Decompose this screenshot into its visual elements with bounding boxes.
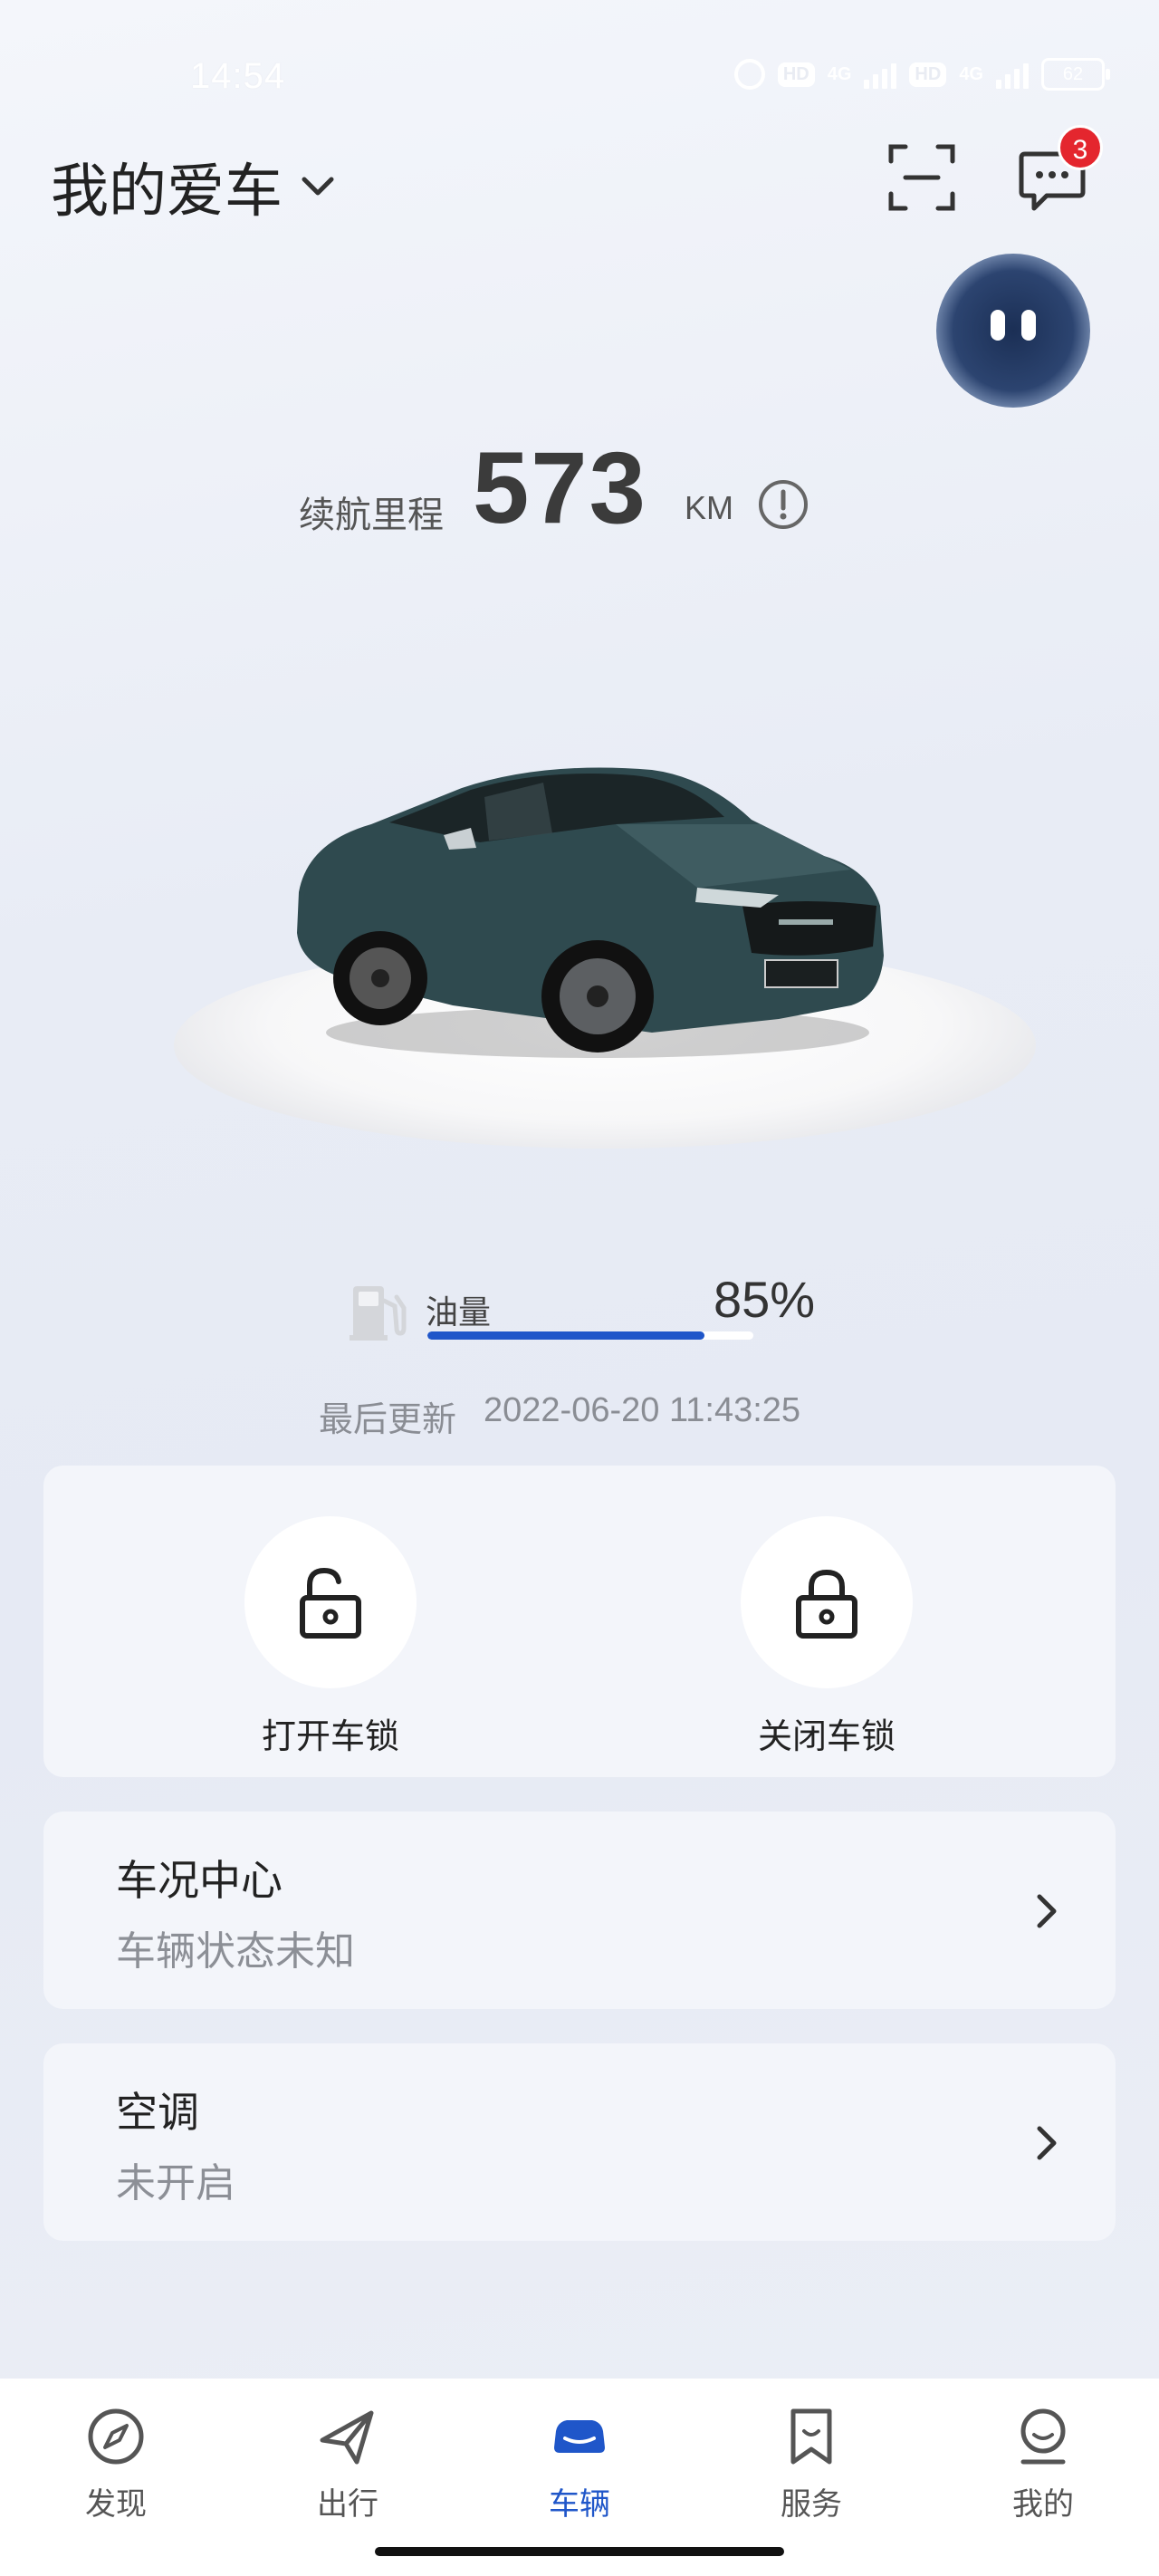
assistant-avatar-button[interactable] bbox=[936, 254, 1090, 408]
lock-icon bbox=[796, 1569, 857, 1639]
vehicle-status-subtitle: 车辆状态未知 bbox=[116, 1929, 355, 1974]
plane-icon bbox=[320, 2410, 374, 2465]
last-update-time: 2022-06-20 11:43:25 bbox=[484, 1391, 801, 1429]
tab-discover-label: 发现 bbox=[85, 2487, 147, 2522]
tab-discover[interactable]: 发现 bbox=[53, 2404, 179, 2523]
info-icon[interactable] bbox=[757, 478, 809, 531]
signal-icon-2 bbox=[996, 60, 1029, 89]
network-type-2: 4G bbox=[959, 63, 983, 84]
chevron-right-icon bbox=[1037, 2126, 1057, 2160]
fuel-pump-icon bbox=[350, 1286, 407, 1341]
fuel-percent: 85% bbox=[714, 1271, 816, 1328]
network-type: 4G bbox=[827, 63, 852, 84]
tab-service-label: 服务 bbox=[781, 2487, 842, 2522]
fuel-label: 油量 bbox=[426, 1293, 492, 1331]
chevron-right-icon bbox=[1037, 1894, 1057, 1928]
vehicle-status-title: 车况中心 bbox=[116, 1857, 283, 1904]
unlock-button[interactable]: 打开车锁 bbox=[244, 1516, 417, 1758]
lock-circle[interactable] bbox=[741, 1516, 913, 1688]
signal-icon bbox=[864, 60, 897, 89]
alarm-icon bbox=[733, 59, 765, 90]
car-icon bbox=[554, 2420, 605, 2453]
compass-icon bbox=[88, 2408, 144, 2465]
tab-vehicle[interactable]: 车辆 bbox=[516, 2404, 643, 2523]
tab-profile-label: 我的 bbox=[1012, 2487, 1074, 2522]
range-label: 续航里程 bbox=[299, 495, 444, 535]
tab-service[interactable]: 服务 bbox=[748, 2404, 875, 2523]
unlock-circle[interactable] bbox=[244, 1516, 417, 1688]
lock-control-card: 打开车锁 关闭车锁 bbox=[43, 1466, 1116, 1777]
lock-button[interactable]: 关闭车锁 bbox=[741, 1516, 913, 1758]
status-time: 14:54 bbox=[190, 56, 286, 96]
air-conditioning-row[interactable]: 空调 未开启 bbox=[43, 2043, 1116, 2241]
vehicle-status-row[interactable]: 车况中心 车辆状态未知 bbox=[43, 1812, 1116, 2009]
fuel-level-fill bbox=[427, 1331, 704, 1340]
page-title: 我的爱车 bbox=[51, 159, 283, 224]
home-indicator[interactable] bbox=[375, 2547, 784, 2556]
chevron-down-icon bbox=[302, 177, 334, 196]
fuel-level-bar bbox=[427, 1331, 753, 1340]
status-icons: HD 4G HD 4G 62 bbox=[733, 58, 1110, 91]
message-count-badge: 3 bbox=[1058, 125, 1103, 170]
last-update-row: 最后更新 2022-06-20 11:43:25 bbox=[319, 1391, 800, 1441]
tab-travel[interactable]: 出行 bbox=[284, 2404, 411, 2523]
assistant-eye-left bbox=[991, 310, 1005, 341]
unlock-icon bbox=[300, 1567, 361, 1639]
hd-badge-2: HD bbox=[909, 62, 947, 87]
profile-icon bbox=[1020, 2408, 1066, 2465]
battery-icon: 62 bbox=[1041, 58, 1110, 91]
car-selector[interactable]: 我的爱车 bbox=[51, 145, 339, 228]
range-value: 573 bbox=[473, 431, 647, 544]
car-image bbox=[297, 767, 884, 1058]
assistant-eye-right bbox=[1021, 310, 1036, 341]
tab-profile[interactable]: 我的 bbox=[980, 2404, 1106, 2523]
air-conditioning-title: 空调 bbox=[116, 2089, 199, 2136]
hd-badge: HD bbox=[777, 62, 815, 87]
last-update-label: 最后更新 bbox=[319, 1401, 457, 1439]
lock-label: 关闭车锁 bbox=[757, 1718, 896, 1756]
bookmark-icon bbox=[790, 2408, 832, 2465]
unlock-label: 打开车锁 bbox=[261, 1718, 399, 1756]
tab-travel-label: 出行 bbox=[317, 2487, 378, 2522]
scan-icon[interactable] bbox=[887, 143, 956, 212]
air-conditioning-subtitle: 未开启 bbox=[116, 2161, 235, 2206]
tab-vehicle-label: 车辆 bbox=[549, 2487, 610, 2522]
range-unit: KM bbox=[685, 489, 733, 526]
